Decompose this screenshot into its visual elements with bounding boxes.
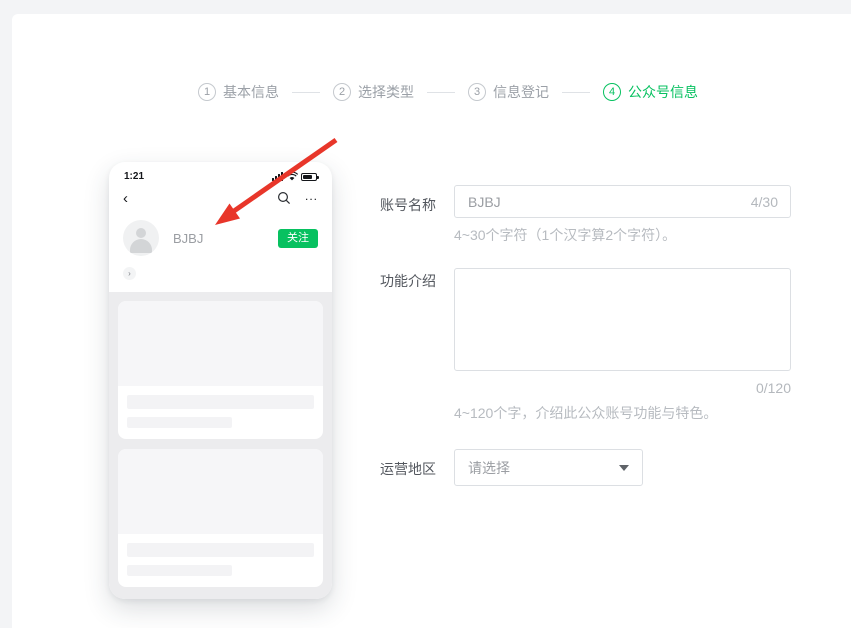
- step-basic-info: 1 基本信息: [198, 82, 279, 102]
- card-image-placeholder: [118, 301, 323, 386]
- account-name-input[interactable]: [455, 194, 751, 210]
- card-text-placeholder: [127, 543, 314, 557]
- step-connector: [427, 92, 455, 93]
- card-image-placeholder: [118, 449, 323, 534]
- step-number: 3: [468, 83, 486, 101]
- account-name-preview: BJBJ: [173, 231, 203, 246]
- phone-status-bar: 1:21: [109, 167, 332, 187]
- article-feed-placeholder: [109, 292, 332, 599]
- account-profile-row: BJBJ 关注: [109, 210, 332, 256]
- region-label: 运营地区: [380, 459, 436, 479]
- account-name-label: 账号名称: [380, 195, 436, 215]
- feed-card: [118, 449, 323, 587]
- card-text-placeholder: [127, 565, 232, 576]
- search-icon[interactable]: [277, 191, 291, 205]
- chevron-right-icon: ›: [123, 267, 136, 280]
- introduction-textarea[interactable]: [454, 268, 791, 371]
- step-number: 1: [198, 83, 216, 101]
- region-placeholder: 请选择: [455, 458, 510, 478]
- card-text-placeholder: [127, 417, 232, 428]
- status-time: 1:21: [124, 171, 144, 182]
- phone-preview: 1:21 ‹ ... BJBJ: [109, 162, 332, 599]
- step-connector: [562, 92, 590, 93]
- step-connector: [292, 92, 320, 93]
- region-select[interactable]: 请选择: [454, 449, 643, 486]
- introduction-hint: 4~120个字，介绍此公众账号功能与特色。: [454, 403, 717, 423]
- introduction-counter: 0/120: [454, 380, 791, 396]
- more-icon[interactable]: ...: [305, 193, 318, 204]
- status-icons: [272, 172, 317, 181]
- step-number: 2: [333, 83, 351, 101]
- step-choose-type: 2 选择类型: [333, 82, 414, 102]
- wifi-icon: [286, 172, 298, 181]
- step-number: 4: [603, 83, 621, 101]
- registration-stepper: 1 基本信息 2 选择类型 3 信息登记 4 公众号信息: [198, 82, 698, 102]
- card-text-placeholder: [127, 395, 314, 409]
- account-name-counter: 4/30: [751, 194, 790, 210]
- phone-nav-bar: ‹ ...: [109, 187, 332, 210]
- card-body: [118, 386, 323, 439]
- step-info-registration: 3 信息登记: [468, 82, 549, 102]
- avatar: [123, 220, 159, 256]
- dropdown-caret-icon: [619, 465, 629, 471]
- follow-button: 关注: [278, 229, 318, 248]
- step-official-account-info: 4 公众号信息: [603, 82, 698, 102]
- account-name-field: 4/30: [454, 185, 791, 218]
- signal-icon: [272, 172, 283, 181]
- back-icon[interactable]: ‹: [123, 191, 128, 206]
- expand-row: ›: [109, 256, 332, 292]
- main-panel: 1 基本信息 2 选择类型 3 信息登记 4 公众号信息 1:21: [12, 14, 851, 628]
- battery-icon: [301, 173, 317, 181]
- account-name-hint: 4~30个字符（1个汉字算2个字符）。: [454, 225, 676, 245]
- introduction-label: 功能介绍: [380, 271, 436, 291]
- card-body: [118, 534, 323, 587]
- feed-card: [118, 301, 323, 439]
